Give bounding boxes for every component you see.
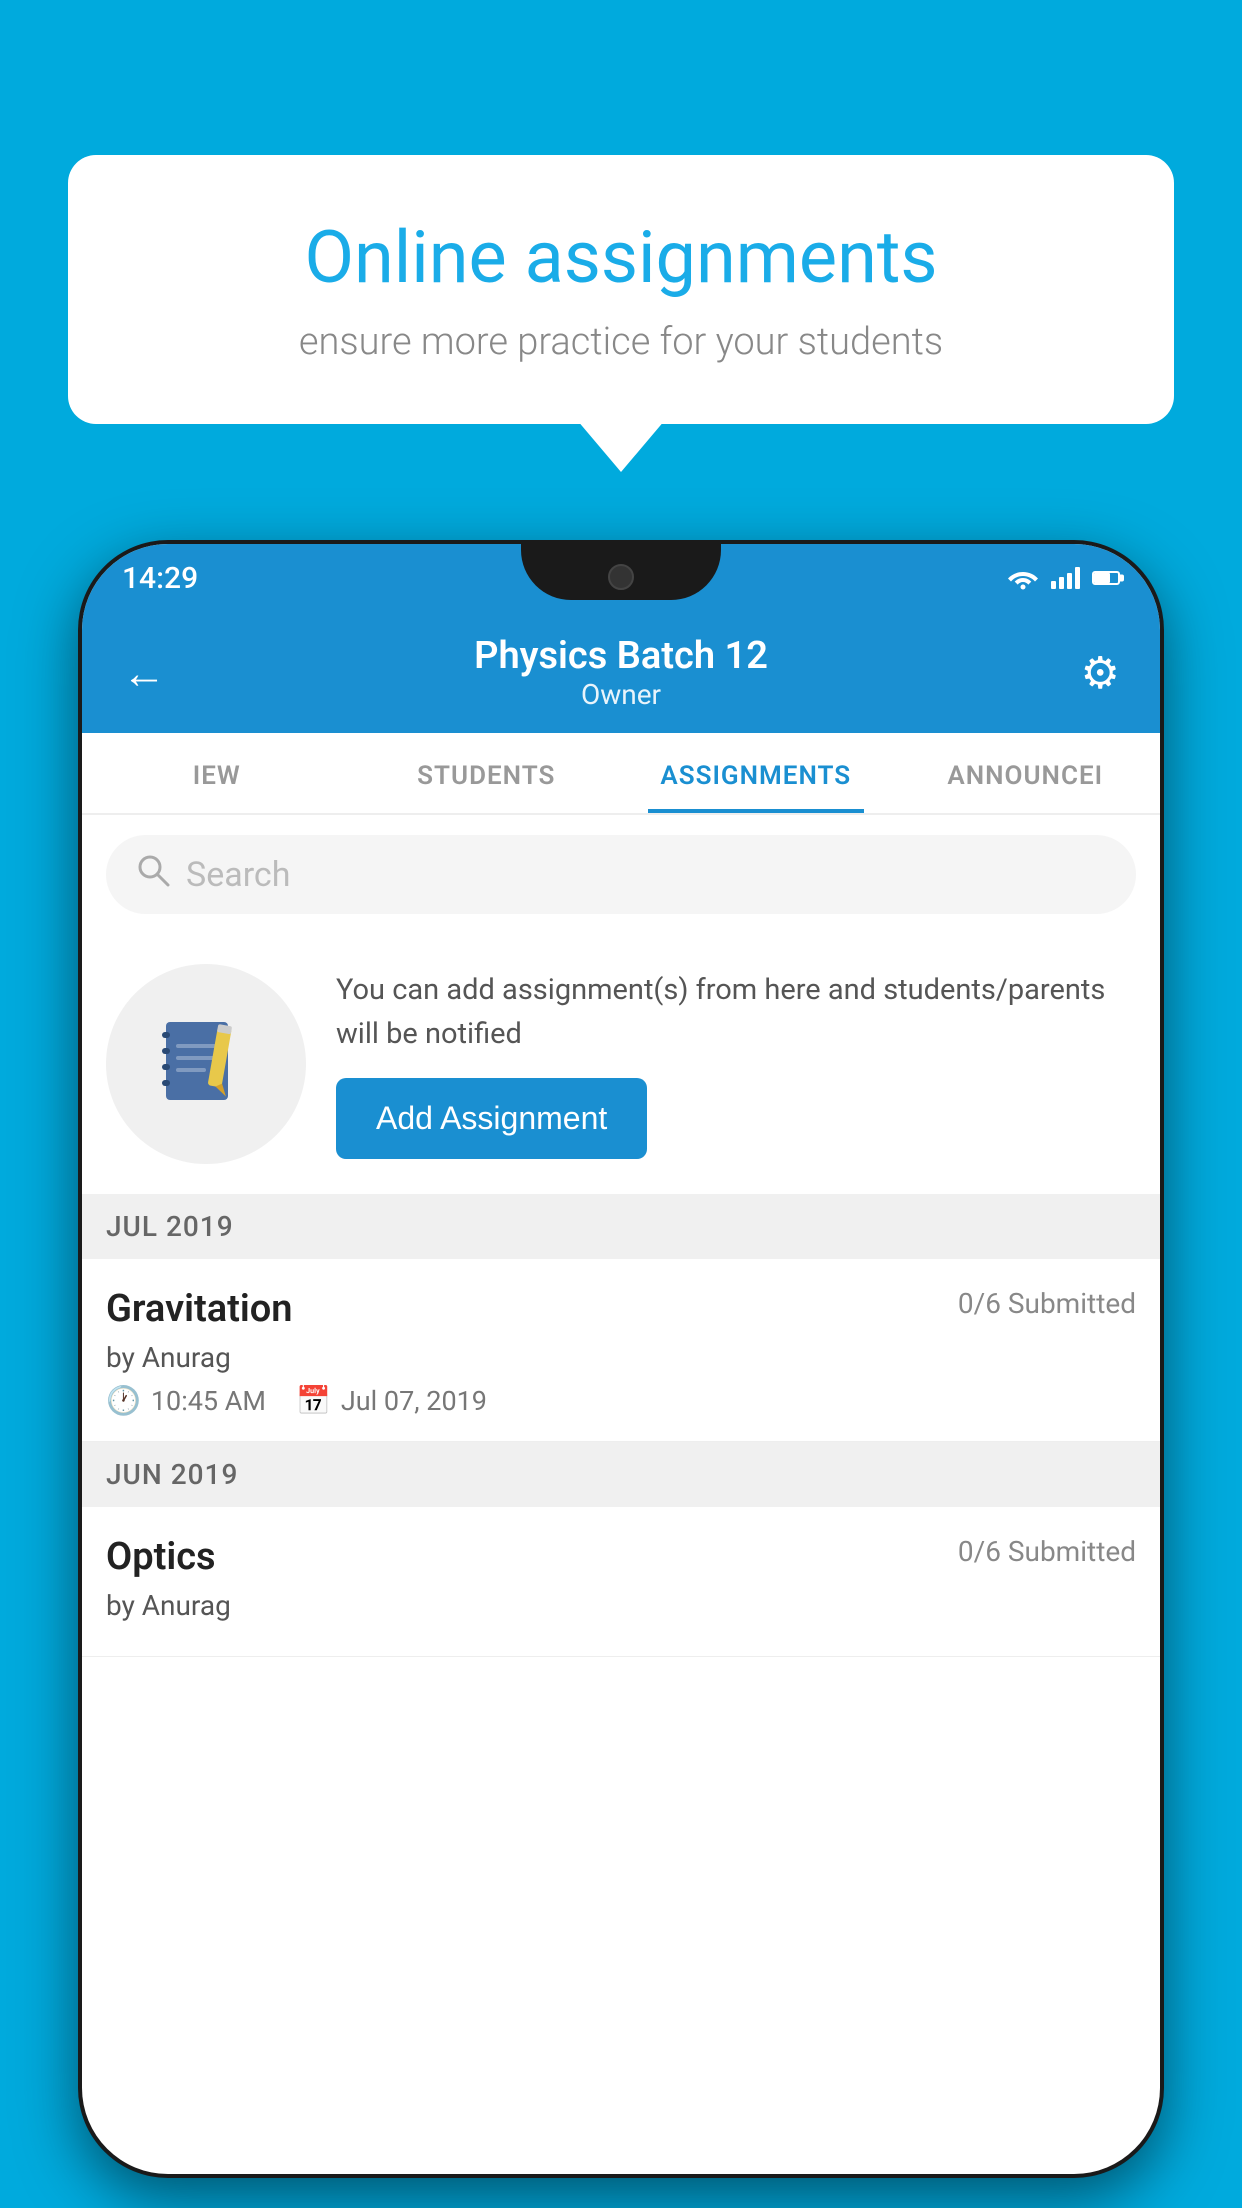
search-bar[interactable]: Search	[106, 835, 1136, 914]
tab-assignments[interactable]: ASSIGNMENTS	[621, 733, 891, 813]
promo-content: You can add assignment(s) from here and …	[336, 969, 1130, 1159]
assignment-by-gravitation: by Anurag	[106, 1341, 1136, 1374]
assignment-date-gravitation: Jul 07, 2019	[341, 1385, 487, 1417]
assignment-name-gravitation: Gravitation	[106, 1287, 293, 1331]
search-icon	[136, 853, 170, 896]
speech-bubble-subtitle: ensure more practice for your students	[138, 320, 1104, 364]
status-icons	[1007, 566, 1120, 590]
settings-button[interactable]: ⚙	[1060, 647, 1120, 699]
section-header-jul: JUL 2019	[82, 1194, 1160, 1259]
assignment-item-optics[interactable]: Optics 0/6 Submitted by Anurag	[82, 1507, 1160, 1657]
assignment-top-row-optics: Optics 0/6 Submitted	[106, 1535, 1136, 1579]
add-assignment-button[interactable]: Add Assignment	[336, 1078, 647, 1159]
calendar-icon: 📅	[296, 1384, 331, 1417]
assignment-submitted-gravitation: 0/6 Submitted	[958, 1287, 1136, 1320]
status-time: 14:29	[122, 561, 198, 596]
search-placeholder: Search	[186, 855, 290, 895]
speech-bubble: Online assignments ensure more practice …	[68, 155, 1174, 424]
meta-time-gravitation: 🕐 10:45 AM	[106, 1384, 266, 1417]
assignment-top-row: Gravitation 0/6 Submitted	[106, 1287, 1136, 1331]
header-title-group: Physics Batch 12 Owner	[182, 634, 1060, 711]
battery-icon	[1092, 571, 1120, 585]
speech-bubble-container: Online assignments ensure more practice …	[68, 155, 1174, 424]
header-subtitle: Owner	[182, 678, 1060, 711]
tab-iew[interactable]: IEW	[82, 733, 352, 813]
phone-frame: 14:29	[78, 540, 1164, 2178]
assignment-name-optics: Optics	[106, 1535, 216, 1579]
assignment-item-gravitation[interactable]: Gravitation 0/6 Submitted by Anurag 🕐 10…	[82, 1259, 1160, 1442]
signal-icon	[1051, 567, 1080, 589]
phone-screen: 14:29	[82, 544, 1160, 2174]
section-header-jun: JUN 2019	[82, 1442, 1160, 1507]
screen-content: ← Physics Batch 12 Owner ⚙ IEW STUDENTS …	[82, 612, 1160, 2174]
app-header: ← Physics Batch 12 Owner ⚙	[82, 612, 1160, 733]
assignment-by-optics: by Anurag	[106, 1589, 1136, 1622]
back-button[interactable]: ←	[122, 647, 182, 699]
tab-announcements[interactable]: ANNOUNCEI	[891, 733, 1161, 813]
tabs-bar: IEW STUDENTS ASSIGNMENTS ANNOUNCEI	[82, 733, 1160, 815]
phone-notch	[521, 540, 721, 600]
clock-icon: 🕐	[106, 1384, 141, 1417]
meta-date-gravitation: 📅 Jul 07, 2019	[296, 1384, 487, 1417]
wifi-icon	[1007, 566, 1039, 590]
promo-text: You can add assignment(s) from here and …	[336, 969, 1130, 1056]
assignment-submitted-optics: 0/6 Submitted	[958, 1535, 1136, 1568]
front-camera	[608, 564, 634, 590]
search-bar-wrapper: Search	[82, 815, 1160, 934]
notebook-icon	[156, 1014, 256, 1114]
promo-icon-circle	[106, 964, 306, 1164]
tab-students[interactable]: STUDENTS	[352, 733, 622, 813]
assignment-time-gravitation: 10:45 AM	[151, 1385, 266, 1417]
speech-bubble-title: Online assignments	[138, 215, 1104, 300]
assignment-meta-gravitation: 🕐 10:45 AM 📅 Jul 07, 2019	[106, 1384, 1136, 1417]
header-title: Physics Batch 12	[182, 634, 1060, 678]
promo-box: You can add assignment(s) from here and …	[82, 934, 1160, 1194]
